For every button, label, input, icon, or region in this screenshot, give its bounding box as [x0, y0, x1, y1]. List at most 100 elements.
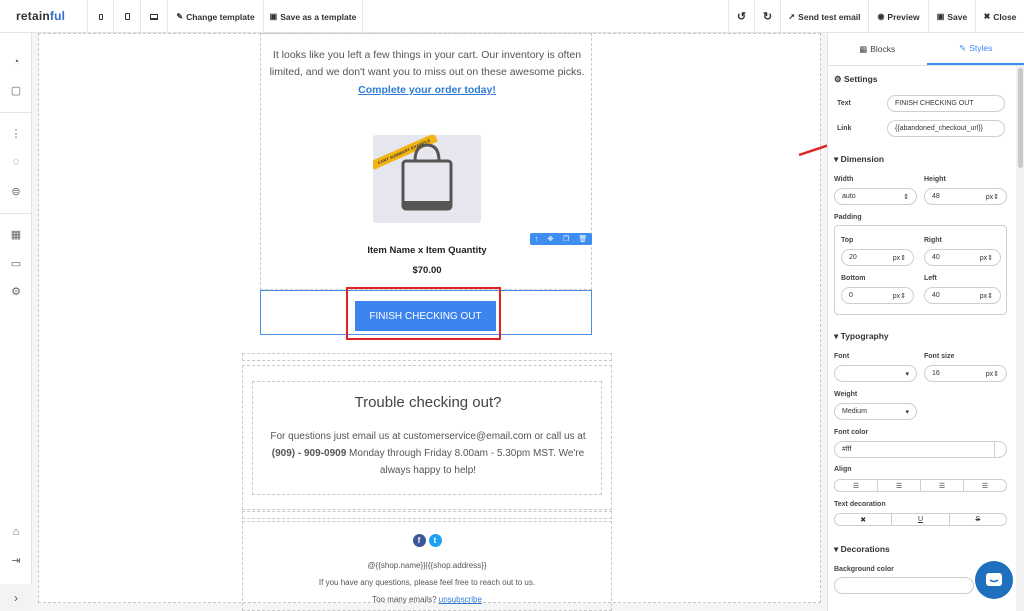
unsubscribe-link[interactable]: unsubscribe [439, 595, 482, 604]
undo-button[interactable]: ↺ [728, 0, 754, 33]
window-icon[interactable]: ▭ [9, 256, 23, 270]
stepper-icon: ⇕ [903, 193, 909, 201]
text-decoration-label: Text decoration [834, 501, 886, 508]
gear-icon: ⚙ [834, 74, 844, 84]
redo-button[interactable]: ↻ [754, 0, 780, 33]
text-input[interactable]: FINISH CHECKING OUT [887, 95, 1005, 112]
preview-button[interactable]: ◉ Preview [868, 0, 928, 33]
save-label: Save [947, 11, 968, 22]
reports-icon[interactable]: ▢ [9, 83, 23, 97]
settings-title: Settings [843, 74, 878, 84]
trouble-text-part2: Monday through Friday 8.00am - 5.30pm MS… [349, 448, 585, 476]
twitter-icon[interactable]: t [428, 534, 442, 547]
mobile-view-button[interactable] [87, 0, 113, 33]
store-icon[interactable]: ⌂ [9, 525, 23, 539]
flows-icon[interactable]: ⋮ [9, 126, 23, 140]
weight-label: Weight [834, 391, 858, 398]
font-color-label: Font color [834, 429, 869, 436]
width-select[interactable]: auto ⇕ [834, 188, 917, 205]
desktop-view-button[interactable] [140, 0, 167, 33]
font-select[interactable]: ▾ [834, 365, 917, 382]
chat-icon [986, 573, 1002, 586]
link-input[interactable]: {{abandoned_checkout_url}} [887, 120, 1005, 137]
settings-circle-icon[interactable]: ◌ [9, 155, 23, 169]
font-size-unit: px [985, 370, 994, 378]
dashboard-icon[interactable]: ◔ [9, 55, 23, 69]
padding-right-label: Right [924, 237, 942, 244]
delete-icon[interactable]: 🗑 [578, 235, 587, 243]
complete-order-link[interactable]: Complete your order today! [242, 84, 612, 96]
scrollbar-thumb[interactable] [1018, 68, 1023, 168]
copy-icon[interactable]: ❐ [563, 235, 569, 243]
typography-section-title[interactable]: ▾ Typography [834, 331, 889, 342]
typography-title: Typography [840, 331, 889, 341]
gear-icon[interactable]: ⚙ [9, 284, 23, 298]
desktop-icon [150, 13, 158, 20]
panel-scrollbar[interactable] [1016, 66, 1024, 611]
apps-grid-icon[interactable]: ▦ [9, 227, 23, 241]
drag-icon[interactable]: ✥ [548, 235, 554, 243]
padding-label: Padding [834, 214, 862, 221]
tab-blocks[interactable]: ▦ Blocks [828, 33, 927, 65]
align-right-icon[interactable]: ☰ [921, 480, 964, 491]
background-color-label: Background color [834, 566, 894, 573]
inbox-icon[interactable]: ⊜ [9, 184, 23, 198]
padding-bottom-value: 0 [849, 292, 853, 299]
intro-text: It looks like you left a few things in y… [269, 49, 585, 78]
padding-top-input[interactable]: 20 px⇕ [841, 249, 914, 266]
collapse-sidebar-button[interactable]: › [0, 584, 32, 611]
settings-section-title[interactable]: ⚙ Settings [834, 74, 878, 85]
editor-canvas: It looks like you left a few things in y… [32, 33, 827, 611]
tablet-view-button[interactable] [113, 0, 140, 33]
spacer-block[interactable] [242, 353, 612, 361]
underline-icon[interactable]: U [892, 514, 950, 525]
logout-icon[interactable]: ⇥ [9, 553, 23, 567]
padding-left-label: Left [924, 275, 937, 282]
sidebar-divider [0, 213, 32, 214]
spacer-block[interactable] [242, 511, 612, 519]
font-color-input[interactable]: #fff [834, 441, 1007, 458]
move-up-icon[interactable]: ↑ [535, 236, 539, 243]
color-swatch[interactable] [994, 442, 1006, 457]
chat-launcher-button[interactable] [975, 561, 1013, 599]
save-as-template-button[interactable]: ▣ Save as a template [263, 0, 363, 33]
facebook-icon[interactable]: f [412, 534, 426, 547]
padding-bottom-unit: px [892, 292, 901, 300]
padding-right-value: 40 [932, 254, 940, 261]
send-test-email-label: Send test email [798, 11, 861, 22]
background-color-input[interactable] [834, 577, 974, 594]
dimension-section-title[interactable]: ▾ Dimension [834, 154, 884, 165]
decorations-title: Decorations [840, 544, 890, 554]
footer-questions: If you have any questions, please feel f… [318, 578, 536, 587]
padding-bottom-input[interactable]: 0 px⇕ [841, 287, 914, 304]
save-button[interactable]: ▣ Save [928, 0, 975, 33]
font-size-input[interactable]: 16 px⇕ [924, 365, 1007, 382]
decoration-none-icon[interactable]: ✖ [835, 514, 893, 525]
strikethrough-icon[interactable]: S [950, 514, 1006, 525]
edit-icon: ✎ [176, 12, 184, 21]
height-label: Height [924, 176, 946, 183]
caret-down-icon: ▾ [834, 331, 841, 341]
align-justify-icon[interactable]: ☰ [964, 480, 1006, 491]
mobile-icon [98, 13, 103, 20]
padding-right-input[interactable]: 40 px⇕ [924, 249, 1001, 266]
tab-styles[interactable]: ✎ Styles [926, 33, 1024, 65]
decorations-section-title[interactable]: ▾ Decorations [834, 544, 890, 555]
align-left-icon[interactable]: ☰ [835, 480, 878, 491]
padding-left-input[interactable]: 40 px⇕ [924, 287, 1001, 304]
close-button[interactable]: ✖ Close [975, 0, 1024, 33]
eye-icon: ◉ [877, 12, 885, 21]
font-label: Font [834, 353, 850, 360]
width-label: Width [834, 176, 854, 183]
change-template-button[interactable]: ✎ Change template [167, 0, 263, 33]
align-center-icon[interactable]: ☰ [878, 480, 921, 491]
height-input[interactable]: 48 px⇕ [924, 188, 1007, 205]
change-template-label: Change template [186, 11, 255, 22]
font-size-label: Font size [924, 353, 955, 360]
support-block[interactable]: Trouble checking out? For questions just… [252, 381, 602, 495]
font-color-value: #fff [842, 446, 852, 453]
weight-select[interactable]: Medium ▾ [834, 403, 917, 420]
padding-right-unit: px [979, 254, 988, 262]
send-test-email-button[interactable]: ➚ Send test email [780, 0, 868, 33]
trouble-text: For questions just email us at customers… [268, 428, 588, 479]
